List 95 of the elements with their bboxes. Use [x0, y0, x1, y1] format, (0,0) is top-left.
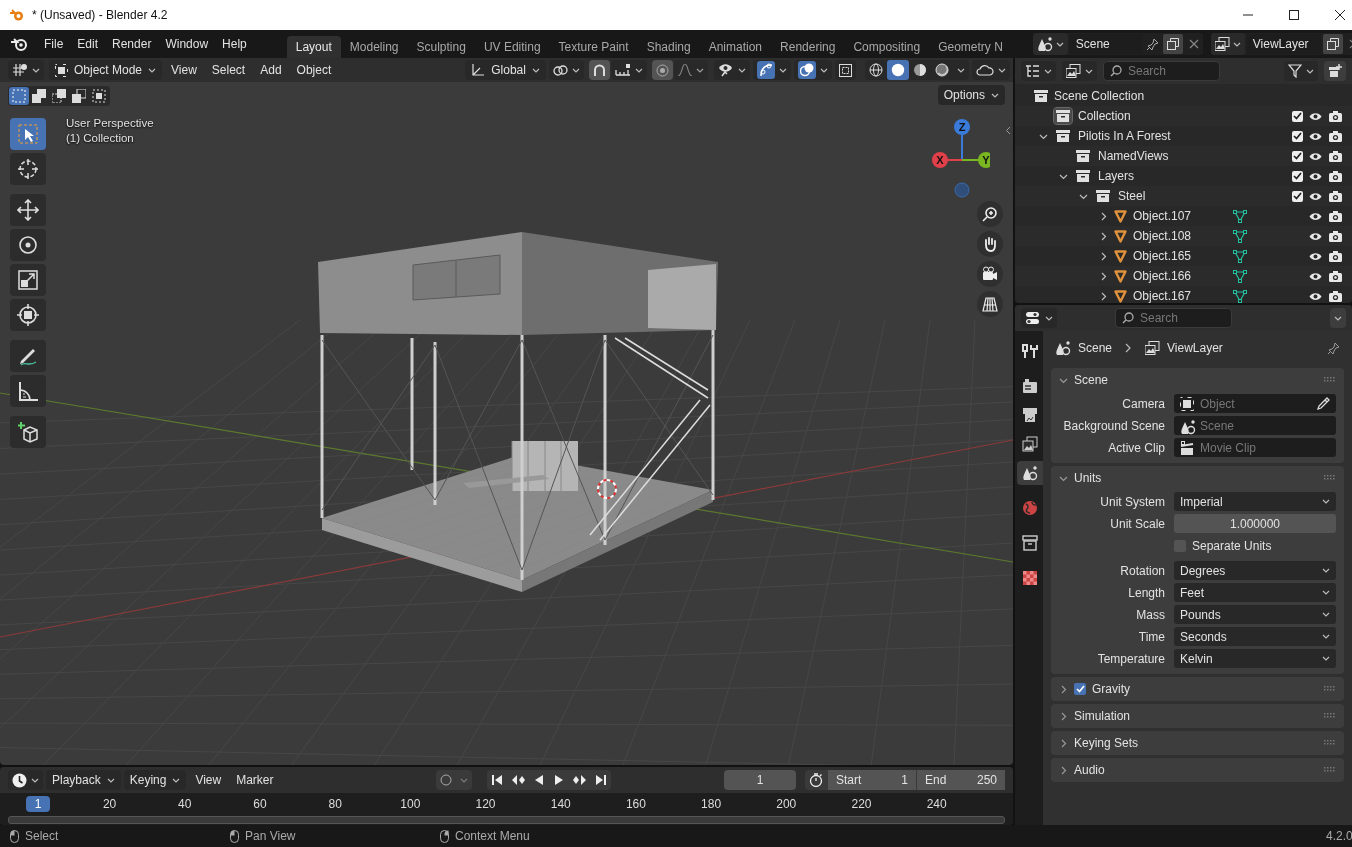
checkbox-label[interactable]: Separate Units: [1192, 538, 1272, 553]
playhead-frame-indicator[interactable]: 1: [26, 796, 50, 812]
orientation-dropdown[interactable]: Global: [465, 60, 546, 80]
field-label: Unit Scale: [1109, 516, 1165, 531]
menu-item[interactable]: View: [189, 773, 228, 787]
outliner-item[interactable]: NamedViews: [1098, 149, 1169, 163]
menu-dropdown[interactable]: Keying: [123, 770, 187, 790]
end-frame-field[interactable]: End 250: [917, 770, 1005, 790]
search-field[interactable]: Search: [1115, 308, 1232, 328]
start-frame-field[interactable]: Start 1: [828, 770, 916, 790]
panel-title[interactable]: Gravity: [1092, 682, 1130, 696]
axis-gizmo[interactable]: Z X Y: [930, 117, 990, 201]
frame-number: 20: [101, 797, 118, 811]
frame-number: 200: [775, 797, 798, 811]
panel-title[interactable]: Units: [1074, 471, 1102, 485]
menu-item[interactable]: Render: [105, 37, 159, 51]
breadcrumb-item[interactable]: ViewLayer: [1167, 341, 1223, 355]
breadcrumb-item[interactable]: Scene: [1078, 341, 1113, 355]
dropdown[interactable]: Seconds: [1174, 627, 1336, 646]
workspace-tab[interactable]: Animation: [699, 36, 772, 58]
workspace-tab[interactable]: Geometry N: [929, 36, 1012, 58]
status-hint: Select: [25, 829, 59, 843]
menu-item[interactable]: Help: [215, 37, 254, 51]
field-label: Active Clip: [1107, 440, 1165, 455]
frame-number: 100: [399, 797, 422, 811]
menu-item[interactable]: Object: [290, 63, 338, 77]
field-label: Time: [1137, 629, 1165, 644]
workspace-tab[interactable]: Shading: [637, 36, 700, 58]
panel-title[interactable]: Simulation: [1074, 709, 1131, 723]
outliner-item[interactable]: Object.108: [1133, 229, 1192, 243]
menu-item[interactable]: Edit: [70, 37, 106, 51]
outliner-item[interactable]: Pilotis In A Forest: [1078, 129, 1171, 143]
workspace-tab[interactable]: Compositing: [844, 36, 930, 58]
workspace-tab[interactable]: Sculpting: [407, 36, 475, 58]
picker-field[interactable]: Movie Clip: [1174, 438, 1336, 457]
menu-item[interactable]: File: [37, 37, 71, 51]
workspace-tab[interactable]: Texture Paint: [549, 36, 638, 58]
panel-title[interactable]: Keying Sets: [1074, 736, 1139, 750]
outliner-item[interactable]: Layers: [1098, 169, 1135, 183]
outliner-item[interactable]: Collection: [1078, 109, 1131, 123]
picker-field[interactable]: Scene: [1174, 416, 1336, 435]
field-label: Temperature: [1096, 651, 1165, 666]
axis-label: X: [936, 154, 944, 166]
outliner-item[interactable]: Scene Collection: [1054, 89, 1145, 103]
menu-item[interactable]: Marker: [230, 773, 280, 787]
panel-title[interactable]: Scene: [1074, 373, 1109, 387]
frame-number: 140: [549, 797, 572, 811]
field-label: Background Scene: [1062, 418, 1165, 433]
viewport-info-text: (1) Collection: [66, 132, 135, 144]
mode-dropdown[interactable]: Object Mode: [49, 60, 163, 80]
frame-number: 160: [624, 797, 647, 811]
menu-item[interactable]: Select: [205, 63, 252, 77]
workspace-tab[interactable]: Layout: [286, 36, 341, 58]
dropdown[interactable]: Pounds: [1174, 605, 1336, 624]
panel-title[interactable]: Audio: [1074, 763, 1105, 777]
field-label: Rotation: [1119, 563, 1165, 578]
menu-item[interactable]: Window: [158, 37, 216, 51]
frame-number: 40: [177, 797, 193, 811]
outliner-item[interactable]: Steel: [1118, 189, 1146, 203]
axis-label: Y: [982, 154, 990, 166]
dropdown[interactable]: Kelvin: [1174, 649, 1336, 668]
search-field[interactable]: Search: [1103, 61, 1220, 81]
workspace-tab[interactable]: UV Editing: [474, 36, 550, 58]
outliner-item[interactable]: Object.167: [1133, 289, 1192, 303]
menu-item[interactable]: View: [165, 63, 203, 77]
menu-item[interactable]: Add: [254, 63, 288, 77]
dropdown[interactable]: Imperial: [1174, 492, 1336, 511]
frame-number: 80: [327, 797, 343, 811]
status-hint: Pan View: [245, 829, 296, 843]
field-label: Unit System: [1099, 494, 1165, 509]
frame-number: 240: [925, 797, 948, 811]
workspace-tab[interactable]: Modeling: [340, 36, 408, 58]
dropdown[interactable]: Degrees: [1174, 561, 1336, 580]
axis-label: Z: [958, 121, 966, 133]
version-label: 4.2.0: [1326, 829, 1352, 843]
dropdown[interactable]: Feet: [1174, 583, 1336, 602]
options-dropdown[interactable]: Options: [937, 85, 1005, 105]
field-label: Length: [1127, 585, 1165, 600]
menu-dropdown[interactable]: Playback: [46, 770, 121, 790]
status-hint: Context Menu: [455, 829, 530, 843]
frame-number: 60: [252, 797, 268, 811]
workspace-tab[interactable]: Rendering: [771, 36, 845, 58]
current-frame-field[interactable]: 1: [724, 770, 796, 790]
frame-number: 180: [700, 797, 723, 811]
outliner-item[interactable]: Object.165: [1133, 249, 1192, 263]
frame-number: 120: [474, 797, 497, 811]
outliner-item[interactable]: Object.107: [1133, 209, 1192, 223]
frame-number: 220: [850, 797, 873, 811]
window-title: * (Unsaved) - Blender 4.2: [32, 8, 168, 22]
outliner-item[interactable]: Object.166: [1133, 269, 1192, 283]
picker-field[interactable]: Object: [1174, 394, 1336, 413]
field-label: Camera: [1121, 396, 1165, 411]
number-field[interactable]: 1.000000: [1174, 514, 1336, 533]
viewport-info-text: User Perspective: [66, 117, 154, 129]
field-label: Mass: [1135, 607, 1165, 622]
